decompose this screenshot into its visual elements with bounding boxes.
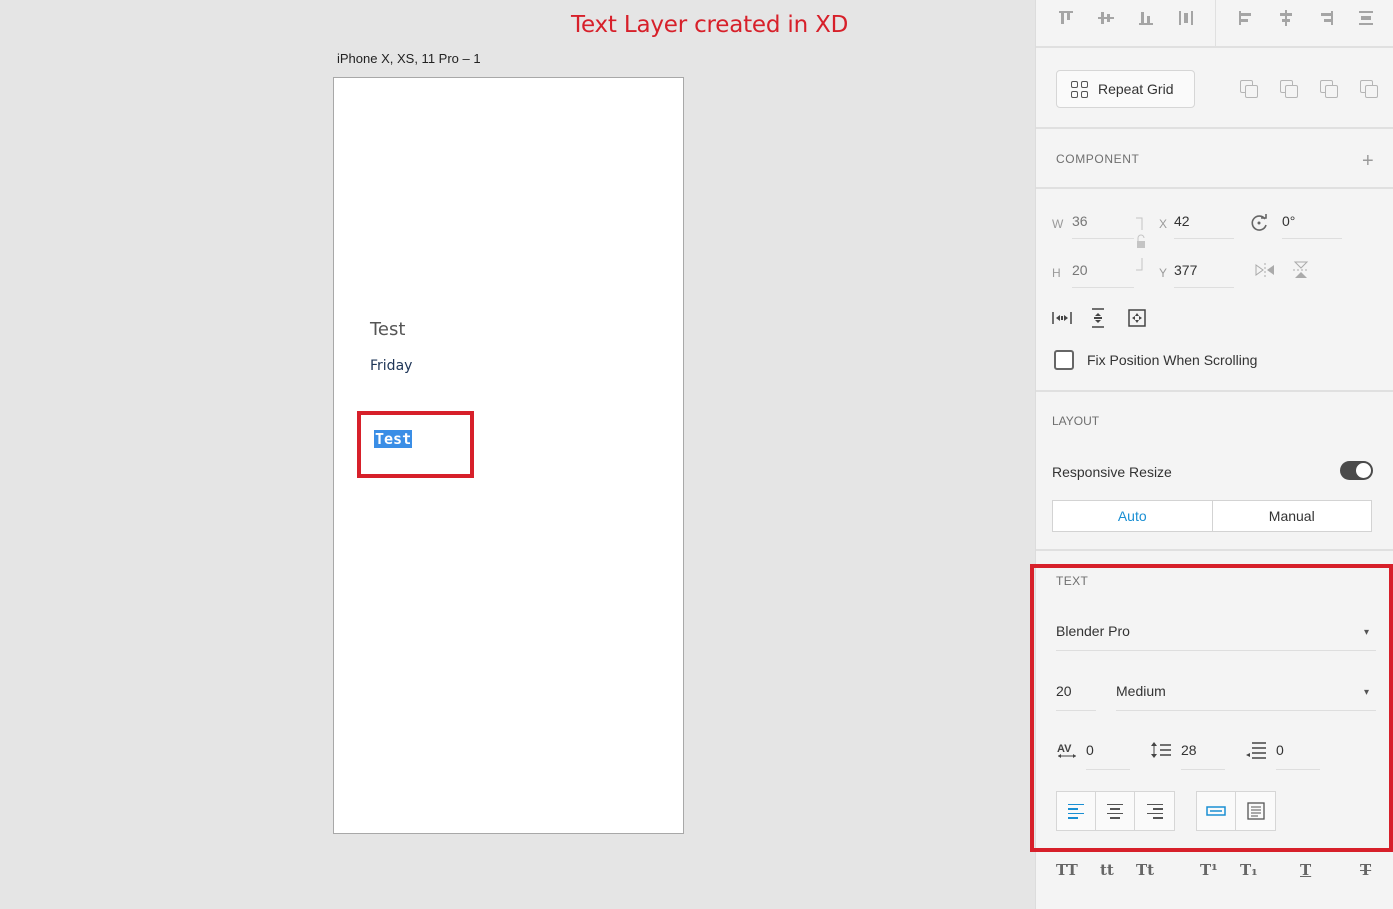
distribute-horizontal-icon[interactable]: [1176, 8, 1196, 28]
annotation-highlight-box: [357, 411, 474, 478]
boolean-subtract-icon[interactable]: [1280, 80, 1298, 98]
divider: [1036, 549, 1393, 551]
align-bottom-icon[interactable]: [1136, 8, 1156, 28]
align-middle-icon[interactable]: [1096, 8, 1116, 28]
align-left-icon[interactable]: [1236, 8, 1256, 28]
align-center-icon[interactable]: [1276, 8, 1296, 28]
align-top-icon[interactable]: [1056, 8, 1076, 28]
component-section-label: COMPONENT: [1056, 152, 1140, 166]
boolean-exclude-icon[interactable]: [1360, 80, 1378, 98]
lowercase-button[interactable]: tt: [1100, 861, 1114, 879]
repeat-grid-label: Repeat Grid: [1098, 81, 1174, 97]
y-field[interactable]: 377: [1174, 262, 1197, 278]
align-right-icon[interactable]: [1316, 8, 1336, 28]
boolean-intersect-icon[interactable]: [1320, 80, 1338, 98]
y-field-underline: [1174, 287, 1234, 288]
divider: [1036, 46, 1393, 48]
height-field-underline: [1072, 287, 1134, 288]
rotation-field[interactable]: 0°: [1282, 213, 1295, 229]
y-label: Y: [1159, 266, 1168, 280]
annotation-title: Text Layer created in XD: [571, 12, 849, 38]
annotation-highlight-box-panel: [1030, 564, 1393, 852]
width-field[interactable]: 36: [1072, 213, 1088, 229]
responsive-resize-toggle[interactable]: [1340, 461, 1373, 480]
fixed-width-icon[interactable]: [1051, 308, 1073, 328]
height-label: H: [1052, 266, 1061, 280]
fix-position-checkbox[interactable]: [1054, 350, 1074, 370]
uppercase-button[interactable]: TT: [1056, 861, 1078, 879]
fix-position-label: Fix Position When Scrolling: [1087, 352, 1258, 368]
width-field-underline: [1072, 238, 1134, 239]
lock-aspect-icon[interactable]: [1134, 216, 1148, 274]
distribute-vertical-icon[interactable]: [1356, 8, 1376, 28]
divider: [1036, 187, 1393, 189]
rotate-icon: [1248, 212, 1270, 234]
boolean-add-icon[interactable]: [1240, 80, 1258, 98]
repeat-grid-icon: [1071, 80, 1088, 98]
resize-mode-manual[interactable]: Manual: [1213, 501, 1372, 531]
superscript-button[interactable]: T¹: [1200, 861, 1218, 879]
x-label: X: [1159, 217, 1168, 231]
strikethrough-button[interactable]: T: [1360, 861, 1371, 879]
add-component-icon[interactable]: +: [1362, 150, 1374, 173]
width-label: W: [1052, 217, 1064, 231]
x-field-underline: [1174, 238, 1234, 239]
resize-mode-segmented-control: Auto Manual: [1052, 500, 1372, 532]
flip-horizontal-icon[interactable]: [1254, 262, 1276, 278]
rotation-field-underline: [1282, 238, 1342, 239]
titlecase-button[interactable]: Tt: [1136, 861, 1154, 879]
responsive-resize-label: Responsive Resize: [1052, 464, 1172, 480]
fixed-height-icon[interactable]: [1088, 307, 1108, 329]
x-field[interactable]: 42: [1174, 213, 1190, 229]
resize-mode-auto[interactable]: Auto: [1053, 501, 1213, 531]
text-layer-test[interactable]: Test: [370, 319, 405, 340]
text-layer-friday[interactable]: Friday: [370, 358, 412, 374]
property-inspector: Repeat Grid COMPONENT + W 36 H 20 X 42 Y…: [1030, 0, 1393, 909]
pin-edges-icon[interactable]: [1126, 307, 1148, 329]
height-field[interactable]: 20: [1072, 262, 1088, 278]
divider: [1036, 390, 1393, 392]
repeat-grid-button[interactable]: Repeat Grid: [1056, 70, 1195, 108]
artboard-label[interactable]: iPhone X, XS, 11 Pro – 1: [337, 51, 481, 66]
divider: [1036, 127, 1393, 129]
flip-vertical-icon[interactable]: [1292, 260, 1310, 280]
layout-section-label: LAYOUT: [1052, 414, 1100, 428]
underline-button[interactable]: T: [1300, 861, 1311, 879]
subscript-button[interactable]: T₁: [1240, 861, 1258, 879]
toolbar-divider: [1215, 0, 1216, 46]
